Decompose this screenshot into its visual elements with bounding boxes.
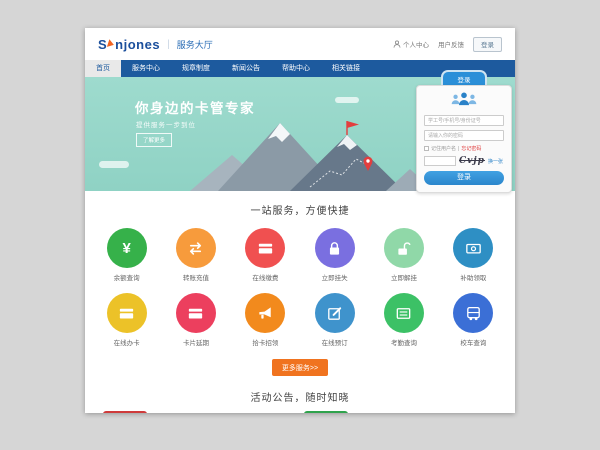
feedback-label: 用户反馈 [438,39,464,49]
banner-title: 你身边的卡管专家 [135,97,255,117]
service-item-apply-card[interactable]: 在线办卡 [92,293,161,347]
person-icon [393,40,401,48]
tab-usage-guide[interactable]: 使用指南 [304,411,348,413]
nav-item-rules[interactable]: 规章制度 [171,60,221,77]
mountains-illustration [190,109,425,191]
unlock-icon [384,228,424,268]
attendance-icon [384,293,424,333]
nav-item-home[interactable]: 首页 [85,60,121,77]
user-center-label: 个人中心 [403,39,429,49]
transfer-icon [176,228,216,268]
more-services-button[interactable]: 更多服务>> [272,359,328,376]
lock-icon [315,228,355,268]
logo-text-suffix: njones [115,37,160,52]
service-item-card-extension[interactable]: 卡片延期 [161,293,230,347]
service-item-balance[interactable]: ¥ 余额查询 [92,228,161,282]
password-input[interactable] [424,130,504,141]
feedback-link[interactable]: 用户反馈 [438,39,464,49]
service-item-unfreeze[interactable]: 立即解挂 [369,228,438,282]
username-input[interactable] [424,115,504,126]
logo-text-prefix: S [98,37,107,52]
cloud-shape [99,161,129,168]
synjones-logo[interactable]: S njones [98,37,160,52]
services-title: 一站服务，方便快捷 [85,202,515,217]
user-center-link[interactable]: 个人中心 [393,39,429,49]
service-item-attendance[interactable]: 考勤查询 [369,293,438,347]
announcements-title: 活动公告，随时知晓 [85,389,515,404]
announcements-section: 活动公告，随时知晓 使用须知 最新公告 更多>> 使用指南 更多>> [85,389,515,413]
forgot-password-link[interactable]: 忘记密码 [461,145,481,152]
cloud-shape [335,97,359,103]
bank-card-icon [107,293,147,333]
captcha-image[interactable]: Cvjp [459,156,485,166]
nav-item-links[interactable]: 相关链接 [321,60,371,77]
service-item-lost-found[interactable]: 拾卡招领 [231,293,300,347]
bank-card-icon [176,293,216,333]
service-item-school-bus[interactable]: 校车查询 [439,293,508,347]
service-item-transfer[interactable]: 转账充值 [161,228,230,282]
service-item-booking[interactable]: 在线预订 [300,293,369,347]
service-item-report-loss[interactable]: 立即挂失 [300,228,369,282]
banner-cta-button[interactable]: 了解更多 [136,133,172,147]
tab-usage-notice[interactable]: 使用须知 [103,411,147,413]
nav-item-news[interactable]: 新闻公告 [221,60,271,77]
logo-bolt-icon [107,39,115,48]
login-submit-button[interactable]: 登录 [424,171,504,185]
header: S njones | 服务大厅 个人中心 用户反馈 登录 [85,28,515,60]
captcha-row: Cvjp 换一张 [424,156,504,166]
service-item-subsidy[interactable]: 补助领取 [439,228,508,282]
options-divider: | [458,146,459,152]
yuan-icon: ¥ [107,228,147,268]
banner-subtitle: 提供服务一步到位 [136,119,196,129]
nav-item-help[interactable]: 帮助中心 [271,60,321,77]
header-divider: | [167,39,170,50]
service-item-pay[interactable]: 在线缴费 [231,228,300,282]
header-login-button[interactable]: 登录 [473,37,502,52]
login-panel: 登录 记住用户名 | 忘记密码 [416,70,512,193]
banknote-icon [453,228,493,268]
login-tab[interactable]: 登录 [441,70,487,85]
header-right: 个人中心 用户反馈 登录 [393,37,502,52]
remember-label: 记住用户名 [431,145,456,152]
login-form: 记住用户名 | 忘记密码 Cvjp 换一张 登录 [416,85,512,193]
captcha-input[interactable] [424,156,456,166]
page: S njones | 服务大厅 个人中心 用户反馈 登录 首页 服务中心 规章制… [85,28,515,413]
users-group-icon [424,91,504,111]
bank-card-icon [245,228,285,268]
remember-checkbox[interactable] [424,146,429,151]
megaphone-icon [245,293,285,333]
edit-icon [315,293,355,333]
bus-icon [453,293,493,333]
services-grid: ¥ 余额查询 转账充值 在线缴费 立即挂失 [92,228,508,347]
nav-item-service-center[interactable]: 服务中心 [121,60,171,77]
login-options: 记住用户名 | 忘记密码 [424,145,504,152]
services-section: 一站服务，方便快捷 ¥ 余额查询 转账充值 在线缴费 [85,191,515,376]
site-name: 服务大厅 [177,38,213,51]
captcha-refresh-link[interactable]: 换一张 [488,158,503,165]
